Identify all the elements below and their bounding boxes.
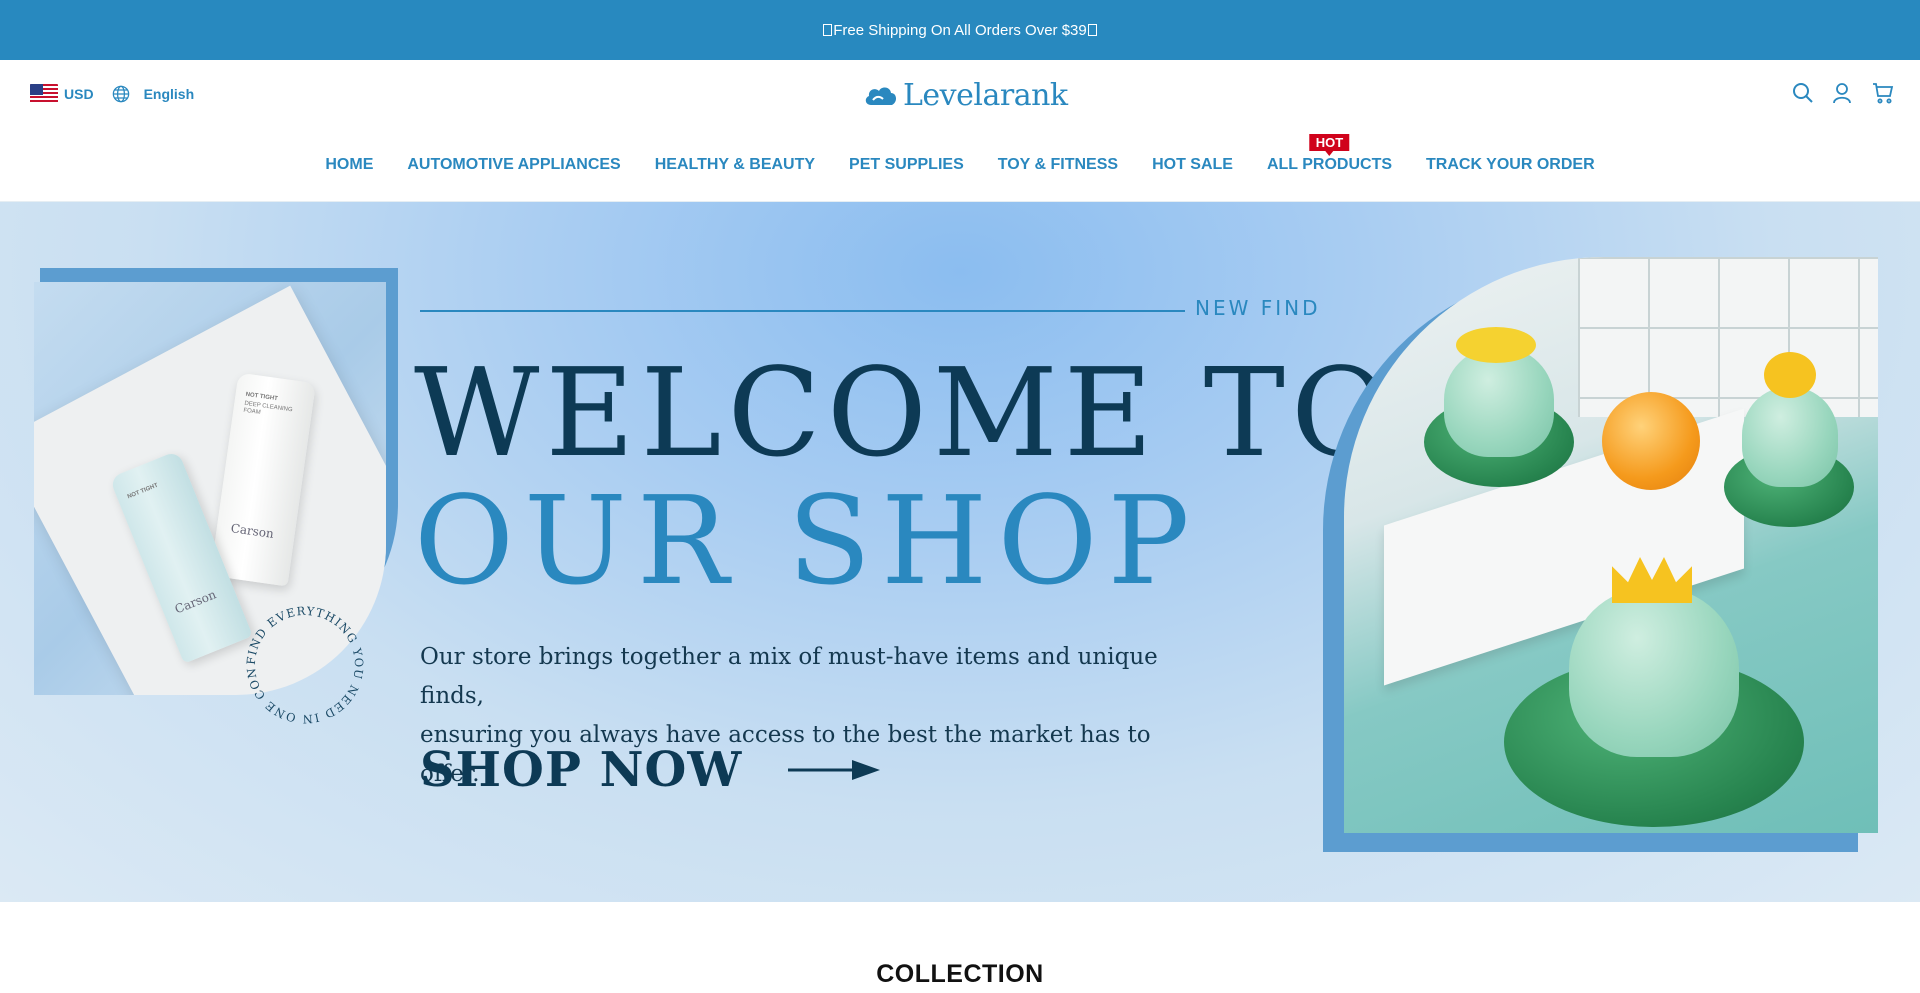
cart-icon[interactable] <box>1872 82 1894 104</box>
orange-ball <box>1602 392 1700 490</box>
nav-item-pet-supplies[interactable]: PET SUPPLIES <box>849 156 964 174</box>
circular-slogan: FIND EVERYTHING YOU NEED IN ONE CONVENIE… <box>240 600 366 726</box>
header-actions <box>1792 82 1894 104</box>
leaf-hat-icon <box>1456 327 1536 363</box>
hero-tagline: NEW FIND <box>1195 296 1321 320</box>
shop-now-button[interactable]: SHOP NOW <box>420 742 882 798</box>
frog-toy-front <box>1569 587 1739 757</box>
nav-item-all-products[interactable]: HOT ALL PRODUCTS <box>1266 134 1393 174</box>
hero-description-line1: Our store brings together a mix of must-… <box>420 644 1158 709</box>
nav-item-hot-sale[interactable]: HOT SALE <box>1152 156 1233 174</box>
site-logo[interactable]: Levelarank <box>863 78 1068 113</box>
tube-brand-label: Carson <box>229 521 275 541</box>
glyph-box-left <box>823 24 833 36</box>
nav-item-automotive-appliances[interactable]: AUTOMOTIVE APPLIANCES <box>407 156 620 174</box>
locale-selector: USD English <box>30 84 194 104</box>
hero-title-line1: WELCOME TO <box>414 342 1397 484</box>
hero-banner[interactable]: NOT TIGHT DEEP CLEANING FOAM Carson NOT … <box>0 202 1920 902</box>
arrow-right-icon <box>788 760 881 780</box>
language-label: English <box>143 86 195 102</box>
search-icon[interactable] <box>1792 82 1813 104</box>
nav-item-track-your-order[interactable]: TRACK YOUR ORDER <box>1426 156 1595 174</box>
hero-title-line2: OUR SHOP <box>414 470 1200 612</box>
circular-slogan-text: FIND EVERYTHING YOU NEED IN ONE CONVENIE… <box>240 600 365 726</box>
nav-item-healthy-beauty[interactable]: HEALTHY & BEAUTY <box>655 156 815 174</box>
collection-heading: COLLECTION <box>876 960 1044 988</box>
frog-toy-right <box>1742 387 1838 487</box>
tube2-product-name: NOT TIGHT <box>126 482 159 501</box>
glyph-box-right <box>1087 24 1097 36</box>
nav-item-home[interactable]: HOME <box>325 156 373 174</box>
currency-selector[interactable]: USD <box>64 86 94 102</box>
cloud-logo-icon <box>865 86 897 105</box>
frog-toy-left <box>1444 347 1554 457</box>
shop-now-label: SHOP NOW <box>420 742 743 798</box>
logo-text: Levelarank <box>903 78 1068 113</box>
hot-badge: HOT <box>1309 134 1350 156</box>
svg-text:FIND EVERYTHING YOU NEED IN ON: FIND EVERYTHING YOU NEED IN ONE CONVENIE… <box>240 600 366 726</box>
nav-item-all-products-label: ALL PRODUCTS <box>1266 156 1393 173</box>
tube2-brand-label: Carson <box>172 587 219 617</box>
account-icon[interactable] <box>1832 82 1852 104</box>
tagline-rule <box>420 310 1185 312</box>
bathroom-tiles <box>1578 257 1878 417</box>
duck-hat-icon <box>1764 352 1816 398</box>
nav-item-toy-fitness[interactable]: TOY & FITNESS <box>998 156 1118 174</box>
language-selector[interactable]: English <box>112 85 195 103</box>
us-flag-icon[interactable] <box>30 84 58 104</box>
globe-icon <box>112 85 129 103</box>
announcement-bar: Free Shipping On All Orders Over $39 <box>0 0 1920 60</box>
announcement-text: Free Shipping On All Orders Over $39 <box>833 21 1087 39</box>
frog-toy-image <box>1344 257 1878 833</box>
main-navigation: HOME AUTOMOTIVE APPLIANCES HEALTHY & BEA… <box>0 134 1920 174</box>
